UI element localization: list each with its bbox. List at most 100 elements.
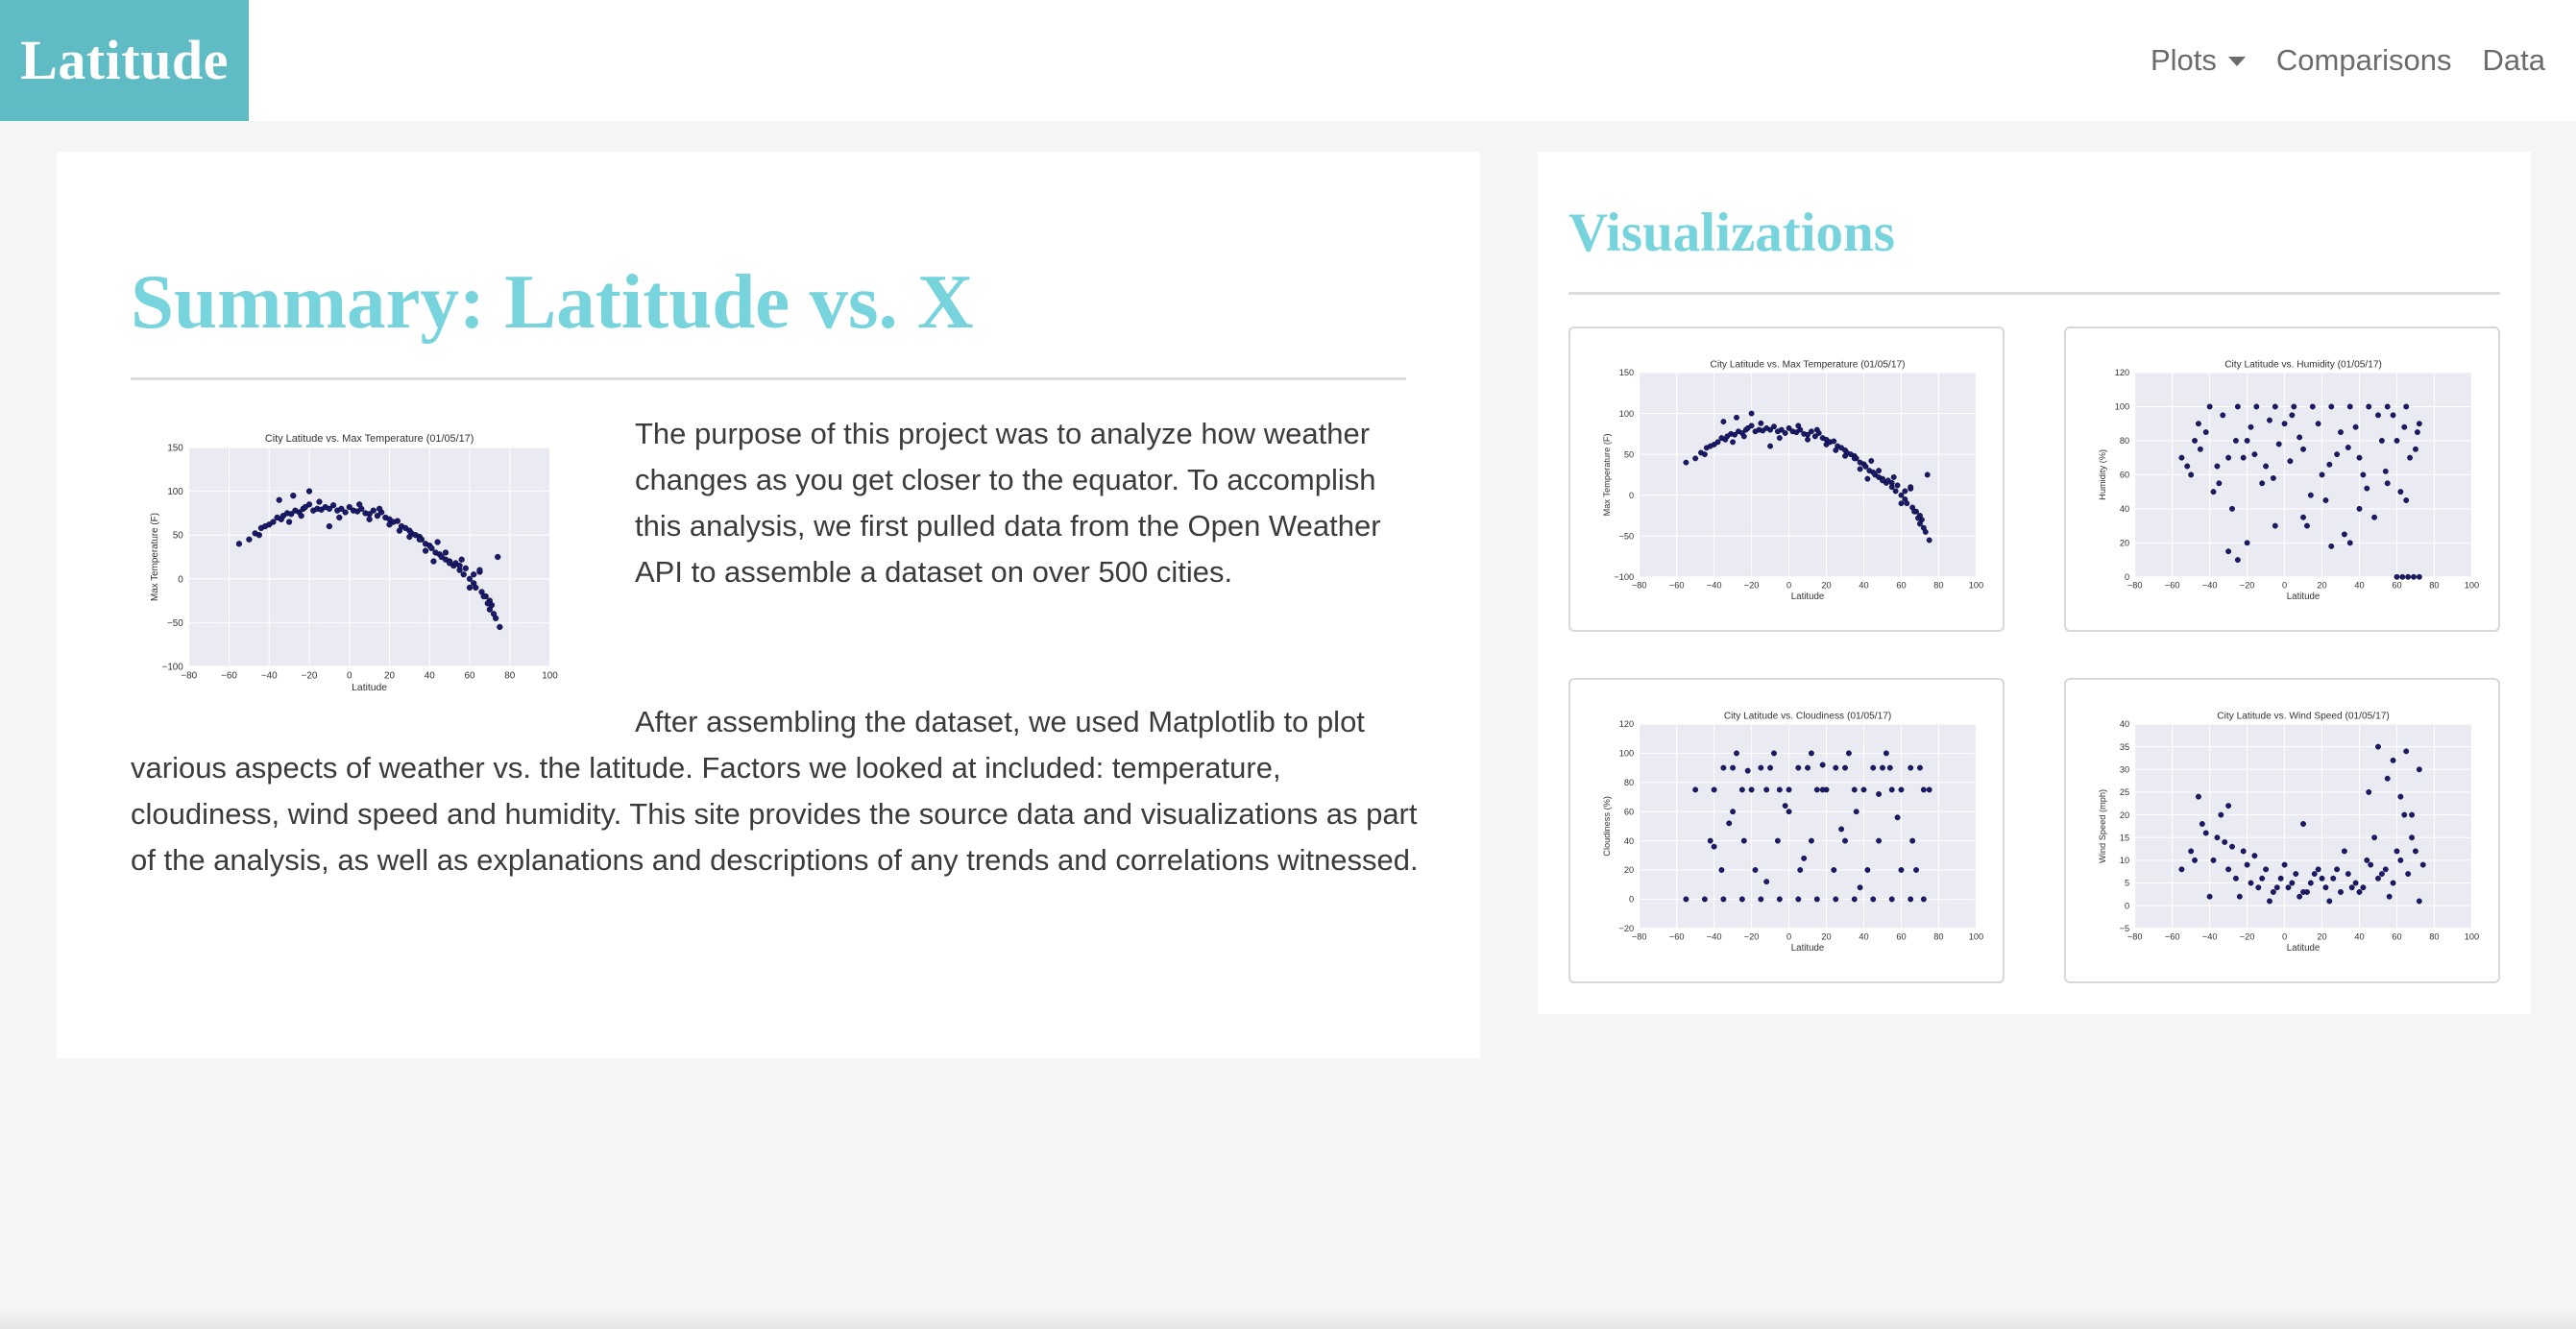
data-point xyxy=(2259,875,2266,882)
x-tick-label: 40 xyxy=(2354,580,2364,590)
x-tick-label: 60 xyxy=(1896,580,1906,590)
data-point xyxy=(2345,445,2351,450)
data-point xyxy=(422,547,429,554)
data-point xyxy=(1795,764,1802,771)
x-tick-label: −20 xyxy=(1744,931,1760,941)
summary-figure: −80 −60 −40 −20 0 20 40 60 80 100 −100 −50 0 50 100 150… xyxy=(131,419,563,707)
thumbnail-humidity[interactable]: −80 −60 −40 −20 0 20 40 60 80 100 0 20 40 60 80 100 120 C… xyxy=(2064,326,2500,632)
data-point xyxy=(2419,861,2426,868)
data-point xyxy=(1707,837,1713,844)
data-point xyxy=(1776,896,1783,903)
data-point xyxy=(1842,764,1848,771)
data-point xyxy=(2378,438,2385,444)
data-point xyxy=(1892,488,1899,495)
data-point xyxy=(406,533,413,541)
data-point xyxy=(2341,848,2347,855)
nav-item-comparisons-label: Comparisons xyxy=(2275,43,2452,77)
data-point xyxy=(1851,455,1858,462)
y-tick-label: 30 xyxy=(2120,765,2129,775)
data-point xyxy=(2352,880,2359,886)
data-point xyxy=(2307,880,2314,886)
data-point xyxy=(316,498,323,505)
data-point xyxy=(1870,896,1877,903)
data-point xyxy=(2273,884,2280,891)
thumbnail-cloudiness[interactable]: −80 −60 −40 −20 0 20 40 60 80 100 −20 0 20 40 60 80 100 1… xyxy=(1568,678,2005,983)
data-point xyxy=(1823,441,1830,447)
data-point xyxy=(1860,786,1867,793)
x-tick-label: −60 xyxy=(1669,931,1685,941)
x-tick-label: 0 xyxy=(347,670,352,681)
data-point xyxy=(1744,767,1751,774)
data-point xyxy=(1845,750,1852,757)
data-point xyxy=(1740,837,1747,844)
x-tick-label: 20 xyxy=(1821,931,1831,941)
data-point xyxy=(1720,419,1727,425)
nav-item-plots[interactable]: Plots xyxy=(2151,43,2246,78)
data-point xyxy=(2384,403,2391,410)
data-point xyxy=(2405,573,2412,580)
x-axis-label: Latitude xyxy=(1791,592,1824,602)
nav-item-comparisons[interactable]: Comparisons xyxy=(2276,43,2452,78)
data-point xyxy=(2178,454,2185,461)
data-point xyxy=(2397,489,2404,495)
data-point xyxy=(1767,764,1774,771)
data-point xyxy=(1915,515,1921,521)
y-tick-label: 35 xyxy=(2120,742,2129,752)
data-point xyxy=(1864,867,1871,873)
data-point xyxy=(462,565,469,571)
data-point xyxy=(2244,438,2250,444)
data-point xyxy=(1701,451,1708,458)
data-point xyxy=(2251,451,2258,458)
data-point xyxy=(2218,811,2224,818)
data-point xyxy=(1838,826,1845,833)
data-point xyxy=(2263,866,2270,873)
brand-logo[interactable]: Latitude xyxy=(0,0,249,121)
nav-item-data[interactable]: Data xyxy=(2483,43,2545,78)
data-point xyxy=(2229,843,2235,850)
y-tick-label: 20 xyxy=(1624,865,1634,875)
data-point xyxy=(1758,896,1764,903)
data-point xyxy=(1734,414,1739,421)
y-tick-label: −5 xyxy=(2120,924,2130,933)
y-tick-label: 60 xyxy=(1624,807,1634,816)
temp-thumb-plot: −80 −60 −40 −20 0 20 40 60 80 100 −100 −50 0 50 100 150… xyxy=(1602,359,1983,602)
data-point xyxy=(2409,834,2415,841)
data-point xyxy=(2311,871,2318,877)
data-point xyxy=(466,584,474,592)
data-point xyxy=(2234,557,2241,563)
data-point xyxy=(1920,524,1927,531)
data-point xyxy=(2240,848,2247,855)
data-point xyxy=(2293,871,2299,877)
data-point xyxy=(490,611,498,617)
y-tick-label: −50 xyxy=(167,618,183,629)
x-tick-label: 100 xyxy=(2465,580,2479,590)
x-tick-label: 20 xyxy=(2317,580,2326,590)
thumbnail-temperature[interactable]: −80 −60 −40 −20 0 20 40 60 80 100 −100 −50 0 50 100 150… xyxy=(1568,326,2005,632)
thumbnail-wind-speed[interactable]: −80 −60 −40 −20 0 20 40 60 80 100 −5 0 5 10 15 20 25 30 35… xyxy=(2064,678,2500,983)
x-tick-label: 0 xyxy=(1786,931,1791,941)
data-point xyxy=(1926,786,1932,793)
x-tick-label: 60 xyxy=(465,670,475,681)
data-point xyxy=(2197,446,2203,452)
y-tick-label: 60 xyxy=(2120,471,2129,480)
data-point xyxy=(1771,750,1777,757)
data-point xyxy=(2416,898,2422,905)
data-point xyxy=(2322,884,2329,891)
data-point xyxy=(1813,786,1820,793)
data-point xyxy=(428,544,435,552)
data-point xyxy=(1876,468,1883,474)
y-tick-label: 40 xyxy=(1624,836,1634,846)
data-point xyxy=(1714,439,1721,446)
data-point xyxy=(2272,403,2278,410)
data-point xyxy=(356,501,363,508)
data-point xyxy=(1701,896,1708,903)
data-point xyxy=(1857,884,1863,891)
data-point xyxy=(2328,543,2335,549)
data-point xyxy=(2240,454,2247,461)
data-point xyxy=(1888,896,1895,903)
y-tick-label: 20 xyxy=(2120,810,2129,820)
data-point xyxy=(1898,500,1905,507)
x-tick-label: −80 xyxy=(2127,931,2143,941)
nav-item-plots-label: Plots xyxy=(2150,43,2217,77)
y-axis-label: Cloudiness (%) xyxy=(1602,796,1612,857)
